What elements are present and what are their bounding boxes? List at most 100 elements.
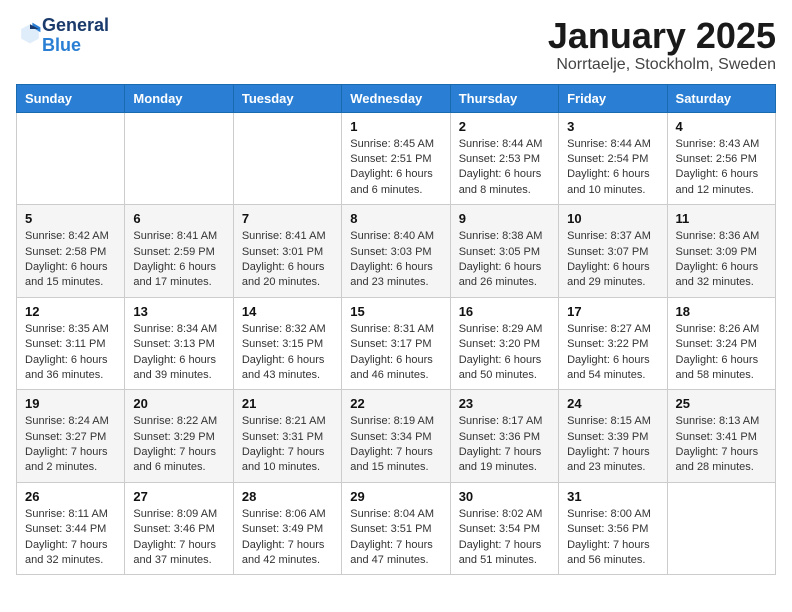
day-cell: 27 Sunrise: 8:09 AM Sunset: 3:46 PM Dayli…: [125, 482, 233, 575]
day-number: 14: [242, 304, 333, 319]
day-number: 9: [459, 211, 550, 226]
logo-icon: [18, 21, 42, 45]
day-info: Sunrise: 8:42 AM Sunset: 2:58 PM Dayligh…: [25, 229, 116, 291]
day-number: 1: [350, 119, 441, 134]
day-cell: 21Sunrise: 8:21 AM Sunset: 3:31 PM Dayli…: [233, 390, 341, 483]
day-number: 29: [350, 489, 441, 504]
day-info: Sunrise: 8:45 AM Sunset: 2:51 PM Dayligh…: [350, 137, 441, 199]
day-number: 27: [133, 489, 224, 504]
day-cell: 25 Sunrise: 8:13 AM Sunset: 3:41 PM Dayli…: [667, 390, 775, 483]
day-cell: 19Sunrise: 8:24 AM Sunset: 3:27 PM Dayli…: [17, 390, 125, 483]
day-cell: 24Sunrise: 8:15 AM Sunset: 3:39 PM Dayli…: [559, 390, 667, 483]
week-row-3: 12 Sunrise: 8:35 AM Sunset: 3:11 PM Dayli…: [17, 297, 776, 390]
day-cell: 28 Sunrise: 8:06 AM Sunset: 3:49 PM Dayli…: [233, 482, 341, 575]
weekday-header-tuesday: Tuesday: [233, 84, 341, 112]
day-number: 25: [676, 396, 767, 411]
day-cell: 6 Sunrise: 8:41 AM Sunset: 2:59 PM Daylig…: [125, 205, 233, 298]
day-number: 7: [242, 211, 333, 226]
calendar-table: SundayMondayTuesdayWednesdayThursdayFrid…: [16, 84, 776, 576]
weekday-header-monday: Monday: [125, 84, 233, 112]
day-info: Sunrise: 8:37 AM Sunset: 3:07 PM Dayligh…: [567, 229, 658, 291]
day-number: 12: [25, 304, 116, 319]
day-cell: 16 Sunrise: 8:29 AM Sunset: 3:20 PM Dayli…: [450, 297, 558, 390]
day-cell: 14Sunrise: 8:32 AM Sunset: 3:15 PM Dayli…: [233, 297, 341, 390]
day-info: Sunrise: 8:09 AM Sunset: 3:46 PM Dayligh…: [133, 507, 224, 569]
day-number: 4: [676, 119, 767, 134]
day-cell: 2 Sunrise: 8:44 AM Sunset: 2:53 PM Daylig…: [450, 112, 558, 205]
weekday-header-wednesday: Wednesday: [342, 84, 450, 112]
day-info: Sunrise: 8:36 AM Sunset: 3:09 PM Dayligh…: [676, 229, 767, 291]
day-info: Sunrise: 8:21 AM Sunset: 3:31 PM Dayligh…: [242, 414, 333, 476]
day-number: 13: [133, 304, 224, 319]
day-cell: [233, 112, 341, 205]
logo-blue-text: Blue: [42, 35, 81, 55]
day-number: 20: [133, 396, 224, 411]
day-cell: 18Sunrise: 8:26 AM Sunset: 3:24 PM Dayli…: [667, 297, 775, 390]
day-info: Sunrise: 8:27 AM Sunset: 3:22 PM Dayligh…: [567, 322, 658, 384]
day-cell: 22 Sunrise: 8:19 AM Sunset: 3:34 PM Dayli…: [342, 390, 450, 483]
page-header: General Blue January 2025 Norrtaelje, St…: [16, 16, 776, 74]
day-info: Sunrise: 8:17 AM Sunset: 3:36 PM Dayligh…: [459, 414, 550, 476]
day-number: 23: [459, 396, 550, 411]
weekday-header-friday: Friday: [559, 84, 667, 112]
day-number: 11: [676, 211, 767, 226]
day-number: 5: [25, 211, 116, 226]
day-cell: 31Sunrise: 8:00 AM Sunset: 3:56 PM Dayli…: [559, 482, 667, 575]
logo-general-text: General: [42, 15, 109, 35]
day-cell: 13 Sunrise: 8:34 AM Sunset: 3:13 PM Dayli…: [125, 297, 233, 390]
day-cell: 15 Sunrise: 8:31 AM Sunset: 3:17 PM Dayli…: [342, 297, 450, 390]
day-cell: 8 Sunrise: 8:40 AM Sunset: 3:03 PM Daylig…: [342, 205, 450, 298]
month-title: January 2025: [548, 16, 776, 56]
day-info: Sunrise: 8:43 AM Sunset: 2:56 PM Dayligh…: [676, 137, 767, 199]
day-cell: [667, 482, 775, 575]
day-info: Sunrise: 8:34 AM Sunset: 3:13 PM Dayligh…: [133, 322, 224, 384]
day-cell: 20Sunrise: 8:22 AM Sunset: 3:29 PM Dayli…: [125, 390, 233, 483]
day-cell: 30Sunrise: 8:02 AM Sunset: 3:54 PM Dayli…: [450, 482, 558, 575]
day-number: 28: [242, 489, 333, 504]
day-number: 10: [567, 211, 658, 226]
day-cell: [17, 112, 125, 205]
day-cell: 4 Sunrise: 8:43 AM Sunset: 2:56 PM Daylig…: [667, 112, 775, 205]
day-info: Sunrise: 8:04 AM Sunset: 3:51 PM Dayligh…: [350, 507, 441, 569]
day-cell: 11 Sunrise: 8:36 AM Sunset: 3:09 PM Dayli…: [667, 205, 775, 298]
day-info: Sunrise: 8:31 AM Sunset: 3:17 PM Dayligh…: [350, 322, 441, 384]
day-info: Sunrise: 8:41 AM Sunset: 3:01 PM Dayligh…: [242, 229, 333, 291]
day-info: Sunrise: 8:19 AM Sunset: 3:34 PM Dayligh…: [350, 414, 441, 476]
weekday-header-sunday: Sunday: [17, 84, 125, 112]
day-cell: 3 Sunrise: 8:44 AM Sunset: 2:54 PM Daylig…: [559, 112, 667, 205]
day-info: Sunrise: 8:40 AM Sunset: 3:03 PM Dayligh…: [350, 229, 441, 291]
day-number: 8: [350, 211, 441, 226]
day-info: Sunrise: 8:44 AM Sunset: 2:54 PM Dayligh…: [567, 137, 658, 199]
day-info: Sunrise: 8:24 AM Sunset: 3:27 PM Dayligh…: [25, 414, 116, 476]
day-number: 26: [25, 489, 116, 504]
day-cell: 7 Sunrise: 8:41 AM Sunset: 3:01 PM Daylig…: [233, 205, 341, 298]
week-row-2: 5 Sunrise: 8:42 AM Sunset: 2:58 PM Daylig…: [17, 205, 776, 298]
day-cell: 1 Sunrise: 8:45 AM Sunset: 2:51 PM Daylig…: [342, 112, 450, 205]
day-cell: 5 Sunrise: 8:42 AM Sunset: 2:58 PM Daylig…: [17, 205, 125, 298]
day-info: Sunrise: 8:44 AM Sunset: 2:53 PM Dayligh…: [459, 137, 550, 199]
day-info: Sunrise: 8:06 AM Sunset: 3:49 PM Dayligh…: [242, 507, 333, 569]
day-info: Sunrise: 8:11 AM Sunset: 3:44 PM Dayligh…: [25, 507, 116, 569]
day-number: 3: [567, 119, 658, 134]
weekday-header-row: SundayMondayTuesdayWednesdayThursdayFrid…: [17, 84, 776, 112]
day-info: Sunrise: 8:41 AM Sunset: 2:59 PM Dayligh…: [133, 229, 224, 291]
location-title: Norrtaelje, Stockholm, Sweden: [548, 56, 776, 74]
day-cell: 29 Sunrise: 8:04 AM Sunset: 3:51 PM Dayli…: [342, 482, 450, 575]
day-number: 6: [133, 211, 224, 226]
day-cell: 26 Sunrise: 8:11 AM Sunset: 3:44 PM Dayli…: [17, 482, 125, 575]
day-number: 22: [350, 396, 441, 411]
logo: General Blue: [16, 16, 109, 56]
day-number: 18: [676, 304, 767, 319]
day-info: Sunrise: 8:02 AM Sunset: 3:54 PM Dayligh…: [459, 507, 550, 569]
weekday-header-saturday: Saturday: [667, 84, 775, 112]
day-number: 15: [350, 304, 441, 319]
day-number: 16: [459, 304, 550, 319]
day-cell: [125, 112, 233, 205]
day-info: Sunrise: 8:00 AM Sunset: 3:56 PM Dayligh…: [567, 507, 658, 569]
day-number: 2: [459, 119, 550, 134]
week-row-4: 19Sunrise: 8:24 AM Sunset: 3:27 PM Dayli…: [17, 390, 776, 483]
day-info: Sunrise: 8:29 AM Sunset: 3:20 PM Dayligh…: [459, 322, 550, 384]
title-block: January 2025 Norrtaelje, Stockholm, Swed…: [548, 16, 776, 74]
day-info: Sunrise: 8:35 AM Sunset: 3:11 PM Dayligh…: [25, 322, 116, 384]
day-info: Sunrise: 8:13 AM Sunset: 3:41 PM Dayligh…: [676, 414, 767, 476]
